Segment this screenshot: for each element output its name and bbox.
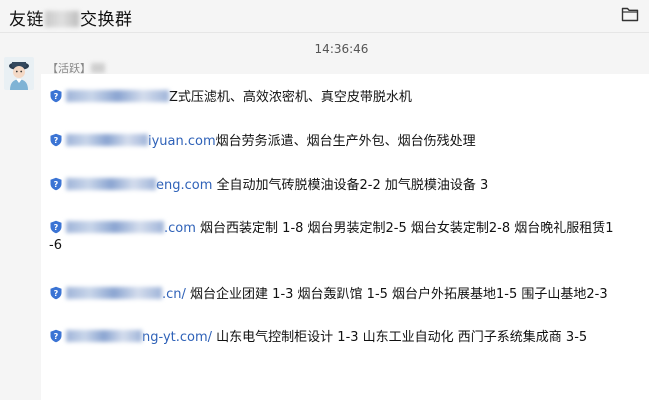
svg-text:?: ? [54, 180, 59, 189]
message-link[interactable]: eng.com [156, 178, 212, 193]
shield-icon: ? [50, 286, 62, 300]
message-text: Z式压滤机、高效浓密机、真空皮带脱水机 [169, 90, 412, 105]
message-bubble: ? Z式压滤机、高效浓密机、真空皮带脱水机 ? iyuan.com烟台劳务派遣、烟台… [41, 74, 649, 400]
redacted-link [66, 221, 164, 233]
shield-icon: ? [50, 89, 62, 103]
redacted-link [66, 330, 142, 342]
svg-text:?: ? [54, 289, 59, 298]
message-link[interactable]: ng-yt.com/ [142, 330, 212, 345]
message-line: ? eng.com 全自动加气砖脱模油设备2-2 加气脱模油设备 3 [49, 174, 488, 193]
folder-icon[interactable] [621, 6, 639, 22]
redacted-link [66, 178, 156, 190]
message-timestamp: 14:36:46 [314, 42, 369, 56]
shield-icon: ? [50, 329, 62, 343]
svg-text:?: ? [54, 136, 59, 145]
shield-icon: ? [50, 220, 62, 234]
svg-text:?: ? [54, 332, 59, 341]
avatar[interactable] [4, 57, 34, 90]
message-line: ? ng-yt.com/ 山东电气控制柜设计 1-3 山东工业自动化 西门子系统集… [49, 326, 587, 345]
group-title: 友链 交换群 [9, 5, 133, 30]
message-link[interactable]: iyuan.com [148, 134, 216, 149]
message-text: 烟台西装定制 1-8 烟台男装定制2-5 烟台女装定制2-8 烟台晚礼服租赁1 [195, 221, 614, 236]
message-line: ? iyuan.com烟台劳务派遣、烟台生产外包、烟台伤残处理 [49, 130, 476, 149]
message-text: 全自动加气砖脱模油设备2-2 加气脱模油设备 3 [212, 178, 489, 193]
chat-header: 友链 交换群 [0, 0, 649, 32]
redacted-sender [91, 63, 105, 73]
shield-icon: ? [50, 177, 62, 191]
header-divider [0, 32, 649, 33]
redacted-link [66, 134, 148, 146]
message-link[interactable]: .com [164, 221, 196, 236]
message-line: ? .com 烟台西装定制 1-8 烟台男装定制2-5 烟台女装定制2-8 烟台晚… [49, 217, 614, 236]
group-title-suffix: 交换群 [80, 10, 133, 30]
group-title-prefix: 友链 [9, 10, 44, 30]
message-text: 烟台企业团建 1-3 烟台轰趴馆 1-5 烟台户外拓展基地1-5 围子山基地2-… [185, 287, 608, 302]
redacted-link [66, 90, 169, 102]
message-text: 山东电气控制柜设计 1-3 山东工业自动化 西门子系统集成商 3-5 [212, 330, 588, 345]
message-line: ? .cn/ 烟台企业团建 1-3 烟台轰趴馆 1-5 烟台户外拓展基地1-5 围… [49, 283, 608, 302]
message-link[interactable]: .cn/ [162, 287, 186, 302]
svg-text:?: ? [54, 223, 59, 232]
redacted-title [45, 11, 79, 27]
redacted-link [66, 287, 162, 299]
message-text: 烟台劳务派遣、烟台生产外包、烟台伤残处理 [215, 134, 476, 149]
message-line: ? Z式压滤机、高效浓密机、真空皮带脱水机 [49, 86, 412, 105]
shield-icon: ? [50, 133, 62, 147]
svg-text:?: ? [54, 92, 59, 101]
message-line-wrap: -6 [49, 238, 62, 253]
